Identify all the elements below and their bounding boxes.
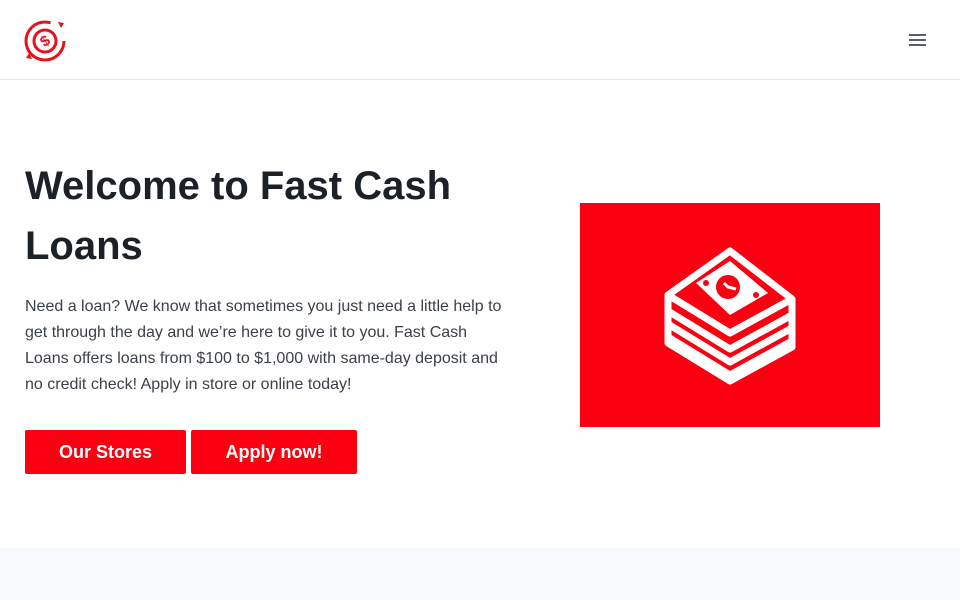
site-header: $ — [0, 0, 960, 80]
hero-image — [580, 203, 880, 427]
dollar-circle-arrows-icon: $ — [24, 20, 66, 62]
apply-now-button[interactable]: Apply now! — [191, 430, 357, 474]
menu-button[interactable] — [904, 28, 932, 52]
hero-description: Need a loan? We know that sometimes you … — [25, 298, 502, 393]
site-logo[interactable]: $ — [22, 17, 68, 63]
hamburger-menu-icon — [909, 34, 926, 46]
our-stores-button[interactable]: Our Stores — [25, 430, 186, 474]
money-stack-icon — [664, 247, 796, 385]
hero-title: Welcome to Fast Cash Loans — [25, 164, 452, 268]
next-section-band — [0, 548, 960, 600]
